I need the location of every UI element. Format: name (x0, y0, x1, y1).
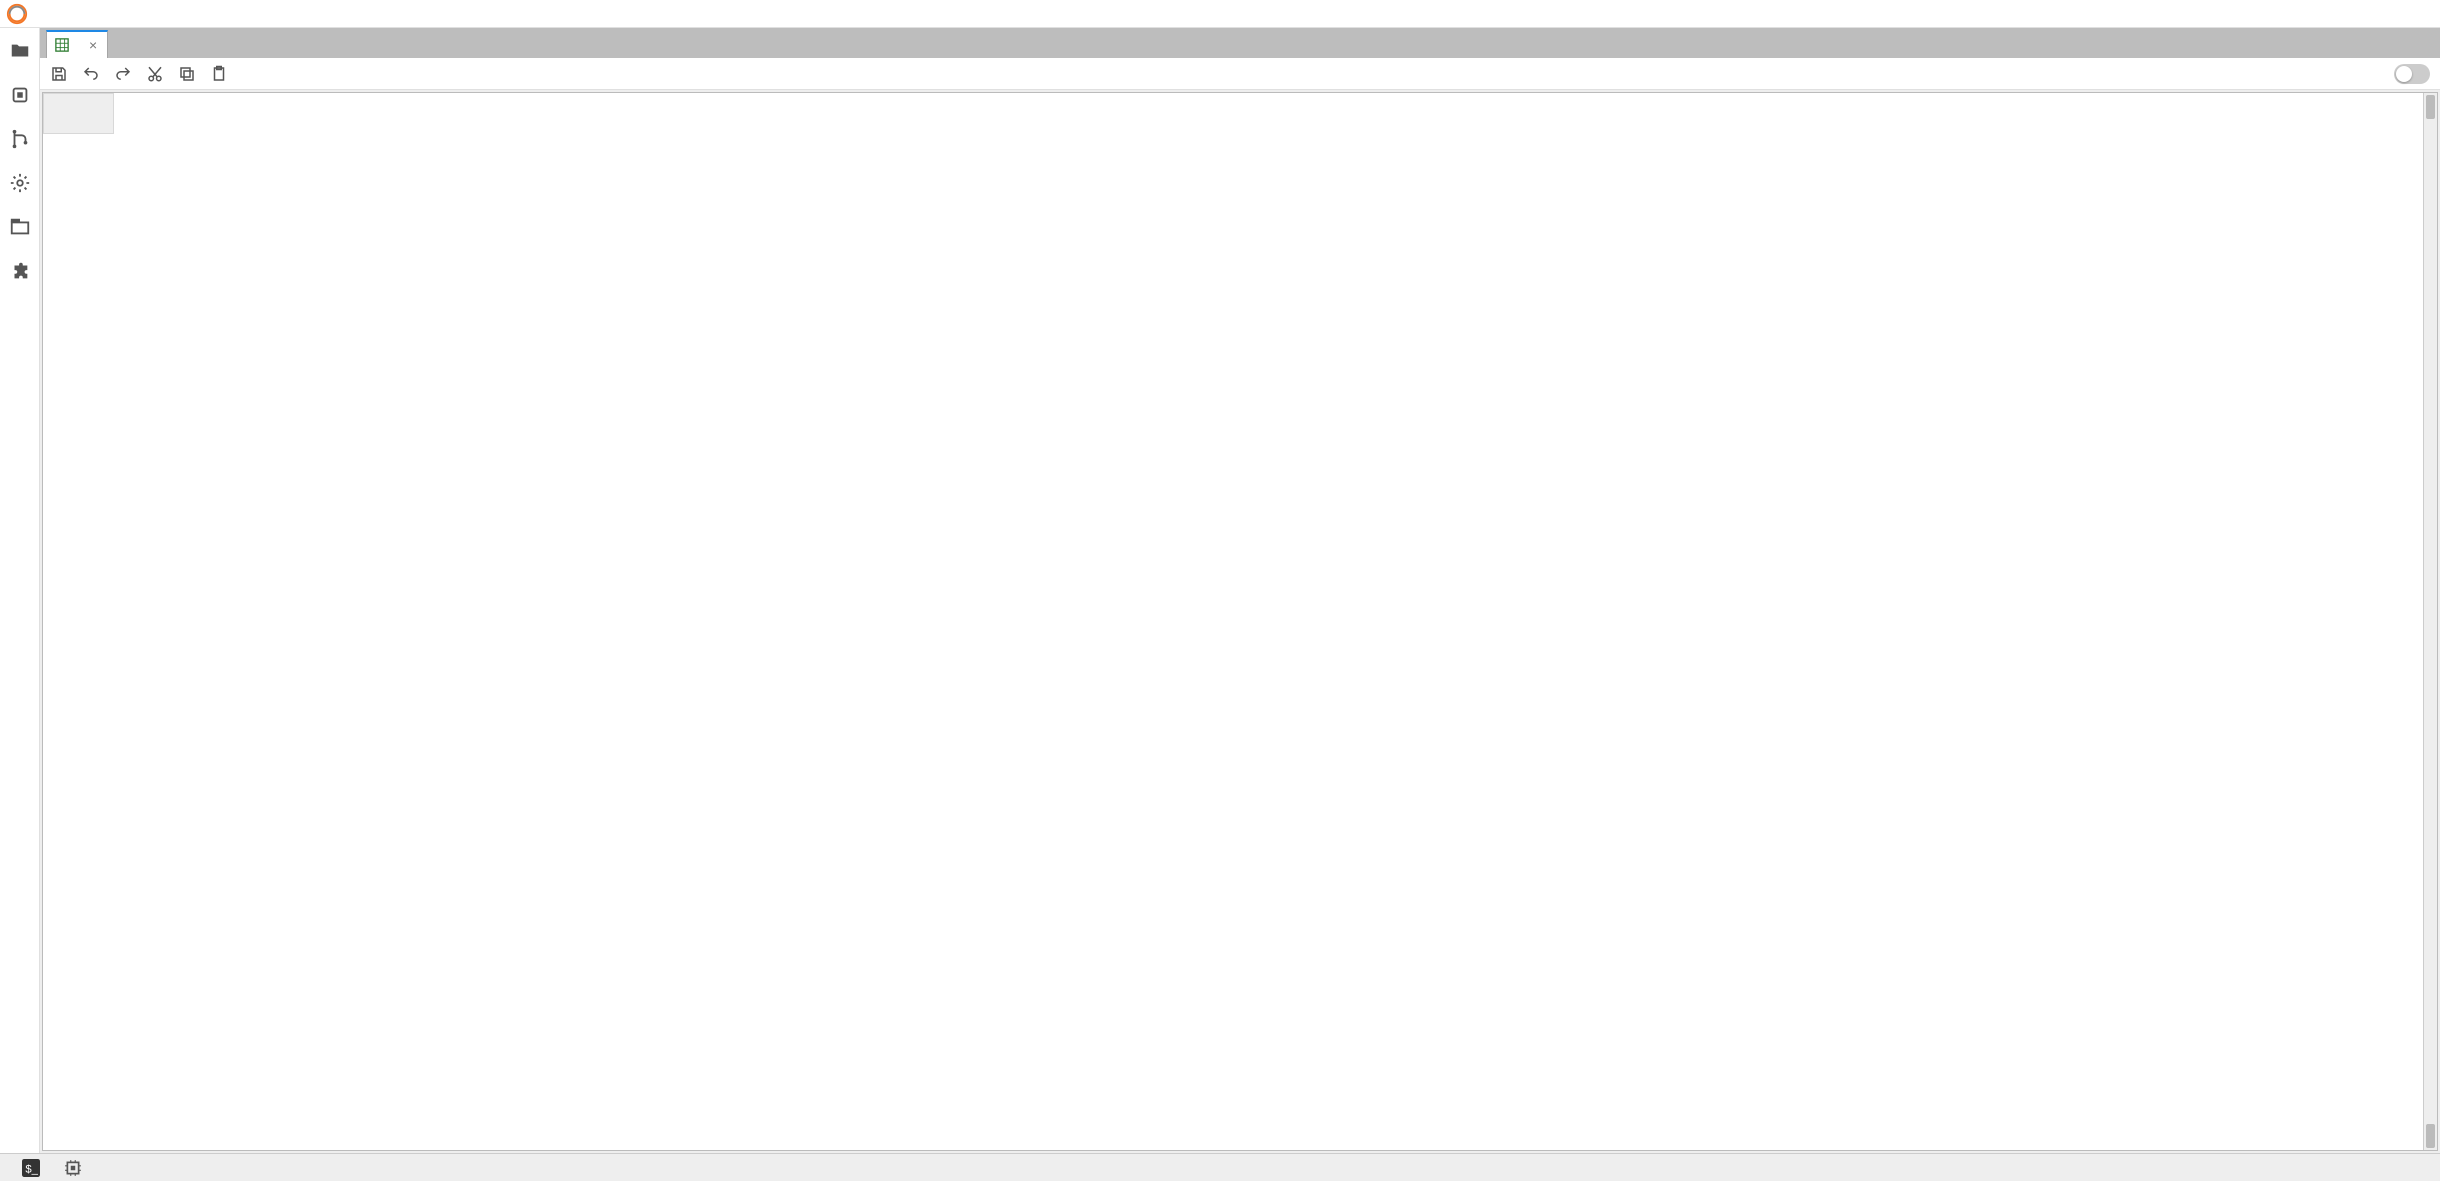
undo-icon[interactable] (82, 65, 100, 83)
copy-icon[interactable] (178, 65, 196, 83)
corner-cell[interactable] (44, 94, 114, 134)
scrollbar-thumb[interactable] (2426, 95, 2435, 119)
svg-text:$_: $_ (25, 1163, 38, 1175)
data-grid[interactable] (43, 93, 114, 134)
tab-survey-data[interactable]: × (46, 30, 108, 58)
sheet-toolbar (40, 58, 2440, 90)
redo-icon[interactable] (114, 65, 132, 83)
format-data-toggle[interactable] (2394, 64, 2430, 84)
git-icon[interactable] (9, 128, 31, 150)
spreadsheet-icon (55, 38, 69, 52)
running-icon[interactable] (9, 84, 31, 106)
activity-bar (0, 28, 40, 1153)
spreadsheet (42, 92, 2438, 1151)
terminal-icon[interactable]: $_ (22, 1159, 40, 1177)
folder-icon[interactable] (9, 40, 31, 62)
paste-icon[interactable] (210, 65, 228, 83)
save-icon[interactable] (50, 65, 68, 83)
vertical-scrollbar[interactable] (2423, 93, 2437, 1150)
scrollbar-thumb[interactable] (2426, 1124, 2435, 1148)
close-icon[interactable]: × (85, 37, 97, 53)
jupyter-logo-icon (6, 3, 28, 25)
extensions-puzzle-icon[interactable] (9, 260, 31, 282)
tabs-icon[interactable] (9, 216, 31, 238)
tab-strip: × (40, 28, 2440, 58)
menu-bar (0, 0, 2440, 28)
cpu-chip-icon[interactable] (64, 1159, 82, 1177)
cut-icon[interactable] (146, 65, 164, 83)
status-bar: $_ (0, 1153, 2440, 1181)
settings-gear-icon[interactable] (9, 172, 31, 194)
